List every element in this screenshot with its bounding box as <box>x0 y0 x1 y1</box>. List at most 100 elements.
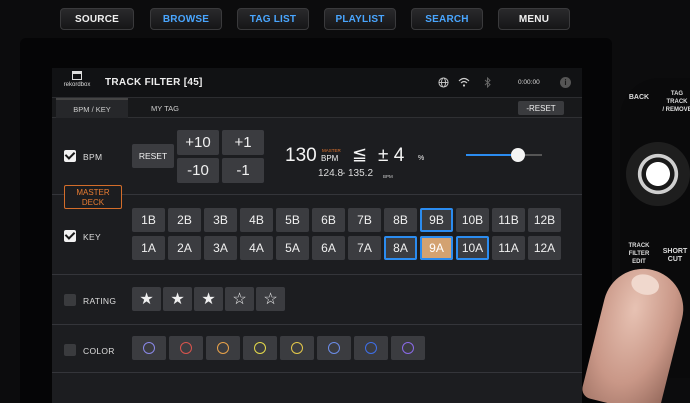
master-deck-line2: DECK <box>81 198 105 207</box>
key-button-11b[interactable]: 11B <box>492 208 525 232</box>
key-button-10a[interactable]: 10A <box>456 236 489 260</box>
tab-my-tag[interactable]: MY TAG <box>132 98 198 118</box>
key-button-7a[interactable]: 7A <box>348 236 381 260</box>
touch-screen: rekordbox TRACK FILTER [45] 0:00:00 i BP… <box>52 68 582 403</box>
tolerance-percent: % <box>418 155 425 162</box>
color-ring-icon <box>217 342 229 354</box>
color-ring-icon <box>291 342 303 354</box>
track-filter-line3: EDIT <box>632 259 646 265</box>
key-button-2b[interactable]: 2B <box>168 208 201 232</box>
key-button-1b[interactable]: 1B <box>132 208 165 232</box>
key-button-12a[interactable]: 12A <box>528 236 561 260</box>
bpm-master-label: MASTER <box>322 148 341 153</box>
key-button-3b[interactable]: 3B <box>204 208 237 232</box>
source-button[interactable]: SOURCE <box>60 8 134 30</box>
color-swatch-8[interactable] <box>391 336 425 360</box>
key-button-9b[interactable]: 9B <box>420 208 453 232</box>
key-checkbox[interactable] <box>64 230 76 242</box>
track-filter-edit-button[interactable]: TRACK FILTER EDIT <box>622 242 656 266</box>
master-deck-button[interactable]: MASTER DECK <box>64 185 122 209</box>
back-button[interactable]: BACK <box>624 94 654 102</box>
short-cut-button[interactable]: SHORT CUT <box>660 248 690 264</box>
rekordbox-logo-icon <box>72 71 82 80</box>
bpm-range-low: 124.8 <box>318 168 344 179</box>
rating-checkbox[interactable] <box>64 294 76 306</box>
color-swatch-3[interactable] <box>206 336 240 360</box>
playlist-button[interactable]: PLAYLIST <box>324 8 396 30</box>
hardware-top-buttons: SOURCE BROWSE TAG LIST PLAYLIST SEARCH M… <box>60 8 590 30</box>
key-button-12b[interactable]: 12B <box>528 208 561 232</box>
short-cut-line1: SHORT <box>662 248 688 255</box>
bpm-plus-10-button[interactable]: +10 <box>177 130 219 155</box>
bpm-unit: BPM <box>321 154 339 163</box>
tag-track-line2: / REMOVE <box>662 107 690 113</box>
logo-text: rekordbox <box>63 82 91 88</box>
color-ring-icon <box>365 342 377 354</box>
key-button-3a[interactable]: 3A <box>204 236 237 260</box>
color-swatch-5[interactable] <box>280 336 314 360</box>
key-button-8b[interactable]: 8B <box>384 208 417 232</box>
bpm-checkbox[interactable] <box>64 150 76 162</box>
bluetooth-icon <box>484 76 492 91</box>
rating-star-4[interactable]: ☆ <box>225 287 254 311</box>
color-swatch-6[interactable] <box>317 336 351 360</box>
reset-all-button[interactable]: -RESET <box>518 101 564 115</box>
rating-star-3[interactable]: ★ <box>194 287 223 311</box>
color-checkbox[interactable] <box>64 344 76 356</box>
key-button-4a[interactable]: 4A <box>240 236 273 260</box>
track-filter-line1: TRACK <box>628 243 650 249</box>
color-swatch-4[interactable] <box>243 336 277 360</box>
key-button-5b[interactable]: 5B <box>276 208 309 232</box>
bpm-range-slider-fill <box>466 154 518 156</box>
bpm-range-slider-knob[interactable] <box>510 148 525 162</box>
menu-button[interactable]: MENU <box>498 8 570 30</box>
key-button-7b[interactable]: 7B <box>348 208 381 232</box>
bpm-minus-10-button[interactable]: -10 <box>177 158 219 183</box>
key-button-8a[interactable]: 8A <box>384 236 417 260</box>
key-button-1a[interactable]: 1A <box>132 236 165 260</box>
browse-button[interactable]: BROWSE <box>150 8 222 30</box>
bpm-plus-1-button[interactable]: +1 <box>222 130 264 155</box>
key-button-5a[interactable]: 5A <box>276 236 309 260</box>
key-button-2a[interactable]: 2A <box>168 236 201 260</box>
master-deck-line1: MASTER <box>76 188 110 197</box>
screen-header: rekordbox TRACK FILTER [45] 0:00:00 i <box>52 68 582 98</box>
bpm-range-unit: BPM <box>383 174 393 179</box>
bpm-minus-1-button[interactable]: -1 <box>222 158 264 183</box>
key-button-4b[interactable]: 4B <box>240 208 273 232</box>
bpm-value: 130 <box>285 145 317 166</box>
tag-list-button[interactable]: TAG LIST <box>237 8 309 30</box>
key-button-6a[interactable]: 6A <box>312 236 345 260</box>
jog-dial[interactable] <box>626 142 690 206</box>
key-button-10b[interactable]: 10B <box>456 208 489 232</box>
clock-readout: 0:00:00 <box>518 79 540 86</box>
page-title: TRACK FILTER [45] <box>105 77 203 88</box>
key-button-9a[interactable]: 9A <box>420 236 453 260</box>
tag-track-line1: TAG TRACK <box>666 91 688 105</box>
color-swatch-7[interactable] <box>354 336 388 360</box>
rating-star-1[interactable]: ★ <box>132 287 161 311</box>
rating-star-2[interactable]: ★ <box>163 287 192 311</box>
globe-icon <box>438 77 449 91</box>
color-ring-icon <box>143 342 155 354</box>
info-icon[interactable]: i <box>560 77 571 88</box>
divider <box>52 372 582 373</box>
filter-tabs: BPM / KEY MY TAG <box>52 98 582 118</box>
bpm-range-slider[interactable] <box>466 148 542 162</box>
key-label: KEY <box>83 232 101 242</box>
search-button[interactable]: SEARCH <box>411 8 483 30</box>
key-button-6b[interactable]: 6B <box>312 208 345 232</box>
rating-label: RATING <box>83 296 117 306</box>
color-swatch-2[interactable] <box>169 336 203 360</box>
tab-bpm-key[interactable]: BPM / KEY <box>56 98 128 118</box>
color-ring-icon <box>180 342 192 354</box>
bpm-range-high: 135.2 <box>348 168 374 179</box>
color-ring-icon <box>254 342 266 354</box>
bpm-tolerance: ± 4 <box>378 145 405 166</box>
color-swatch-1[interactable] <box>132 336 166 360</box>
rating-star-5[interactable]: ☆ <box>256 287 285 311</box>
key-button-11a[interactable]: 11A <box>492 236 525 260</box>
tag-track-remove-button[interactable]: TAG TRACK / REMOVE <box>660 90 690 114</box>
bpm-reset-button[interactable]: RESET <box>132 144 174 168</box>
rekordbox-logo: rekordbox <box>58 71 96 95</box>
